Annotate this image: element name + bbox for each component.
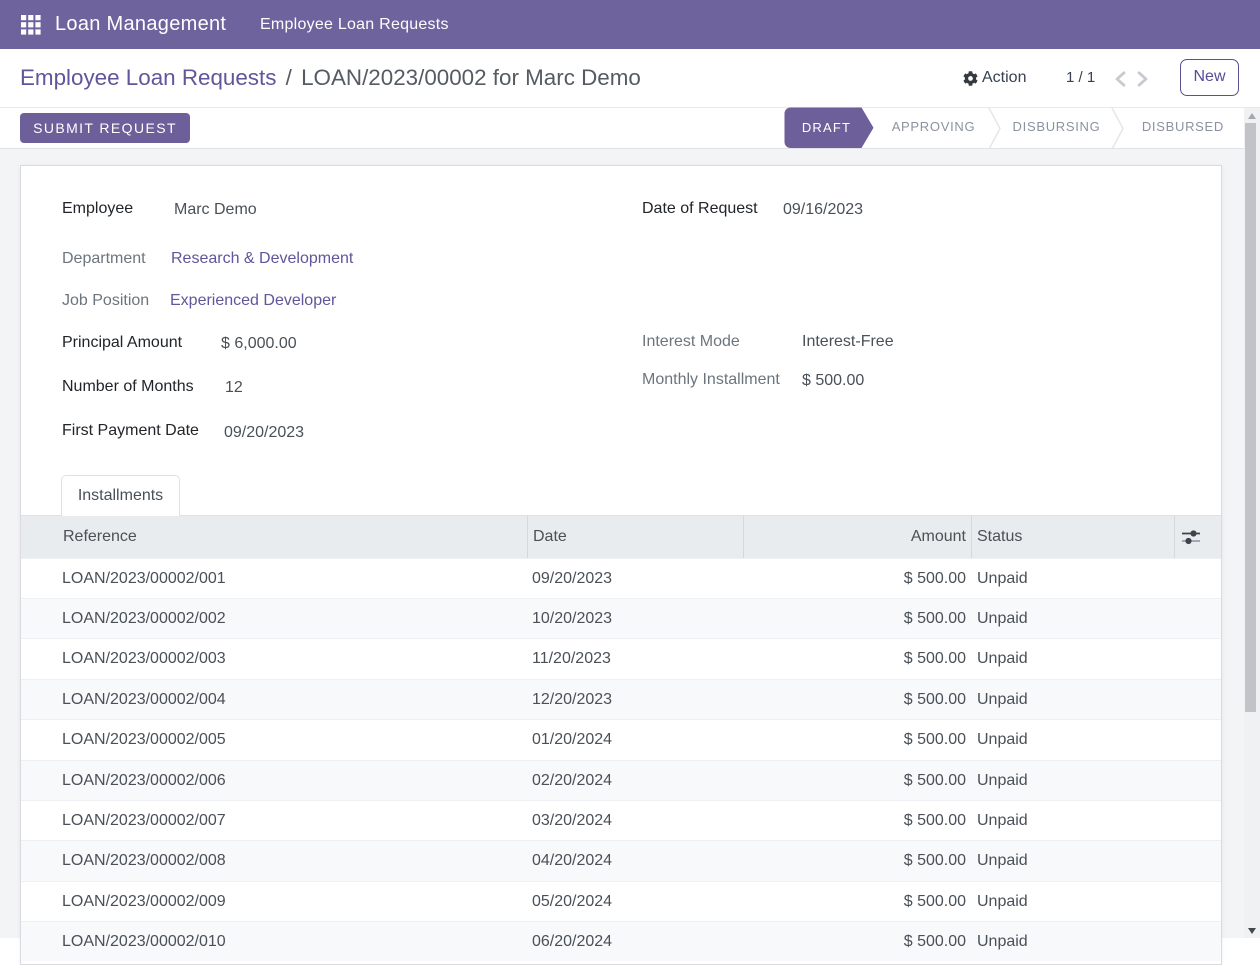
svg-text:DRAFT: DRAFT: [802, 120, 851, 135]
